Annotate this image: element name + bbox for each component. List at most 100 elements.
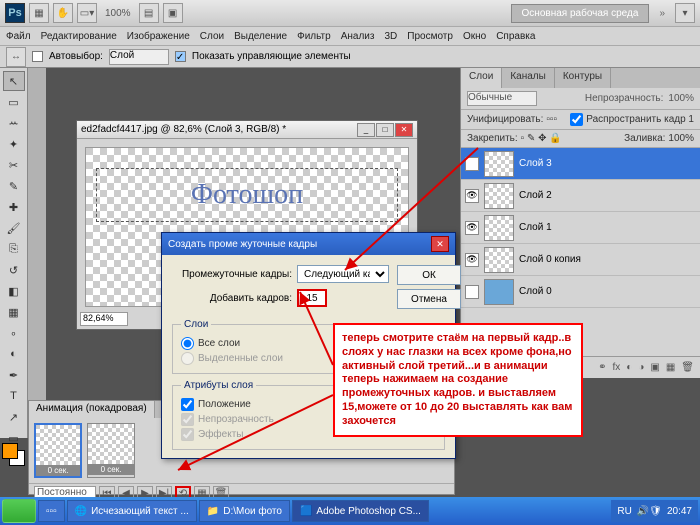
eye-icon[interactable]: 👁	[465, 253, 479, 267]
task-1[interactable]: 🌐Исчезающий текст ...	[67, 500, 197, 522]
layer-row-3[interactable]: 👁 Слой 3	[461, 148, 700, 180]
fill-value[interactable]: 100%	[668, 133, 694, 144]
new-layer-icon[interactable]: ▦	[666, 362, 675, 373]
task-2[interactable]: 📁D:\Мои фото	[199, 500, 290, 522]
show-controls-checkbox[interactable]: ✓	[175, 51, 186, 62]
panel-menu-icon[interactable]: ▾	[675, 3, 695, 23]
type-tool[interactable]: T	[3, 386, 25, 406]
link-icon[interactable]: ⚭	[598, 362, 606, 373]
move-tool[interactable]: ↖	[3, 71, 25, 91]
doc-titlebar[interactable]: ed2fadcf4417.jpg @ 82,6% (Слой 3, RGB/8)…	[77, 121, 417, 139]
layer-thumb[interactable]	[484, 215, 514, 241]
layer-row-0[interactable]: Слой 0	[461, 276, 700, 308]
view-icon[interactable]: ▤	[139, 3, 159, 23]
eye-icon[interactable]: 👁	[465, 221, 479, 235]
path-tool[interactable]: ↗	[3, 407, 25, 427]
bridge-icon[interactable]: ▦	[29, 3, 49, 23]
clock[interactable]: 20:47	[667, 506, 692, 517]
menu-edit[interactable]: Редактирование	[41, 31, 117, 42]
minimize-button[interactable]: _	[357, 123, 375, 137]
frames-to-add-input[interactable]	[297, 289, 327, 307]
autoselect-checkbox[interactable]	[32, 51, 43, 62]
layer-thumb[interactable]	[484, 183, 514, 209]
autoselect-dropdown[interactable]: Слой	[109, 49, 169, 65]
lang-indicator[interactable]: RU	[617, 506, 631, 517]
eyedropper-tool[interactable]: ✎	[3, 176, 25, 196]
layer-name[interactable]: Слой 0 копия	[519, 254, 581, 265]
folder-icon[interactable]: ▣	[650, 362, 659, 373]
layer-row-2[interactable]: 👁 Слой 2	[461, 180, 700, 212]
quicklaunch[interactable]: ▫▫▫	[38, 500, 65, 522]
chevrons-icon[interactable]: »	[653, 8, 671, 19]
lasso-tool[interactable]: ꕀ	[3, 113, 25, 133]
pen-tool[interactable]: ✒	[3, 365, 25, 385]
workspace-button[interactable]: Основная рабочая среда	[511, 4, 650, 23]
heal-tool[interactable]: ✚	[3, 197, 25, 217]
layer-name[interactable]: Слой 0	[519, 286, 552, 297]
fx-icon[interactable]: fx	[613, 362, 621, 373]
menu-3d[interactable]: 3D	[384, 31, 397, 42]
frame-2[interactable]: 0 сек.	[87, 423, 135, 478]
stamp-tool[interactable]: ⎘	[3, 239, 25, 259]
layer-name[interactable]: Слой 1	[519, 222, 552, 233]
ok-button[interactable]: ОК	[397, 265, 461, 285]
opacity-value[interactable]: 100%	[668, 93, 694, 104]
close-button[interactable]: ✕	[395, 123, 413, 137]
mask-icon[interactable]: ◐	[626, 362, 632, 373]
blend-mode-select[interactable]: Обычные	[467, 91, 537, 106]
cancel-button[interactable]: Отмена	[397, 289, 461, 309]
menu-file[interactable]: Файл	[6, 31, 31, 42]
screen-mode-icon[interactable]: ▣	[163, 3, 183, 23]
color-swatch[interactable]	[2, 443, 26, 473]
menu-select[interactable]: Выделение	[234, 31, 287, 42]
tab-layers[interactable]: Слои	[461, 68, 502, 88]
tab-channels[interactable]: Каналы	[502, 68, 555, 88]
menu-window[interactable]: Окно	[463, 31, 486, 42]
eraser-tool[interactable]: ◧	[3, 281, 25, 301]
frame-delay[interactable]: 0 сек.	[88, 464, 134, 475]
menu-image[interactable]: Изображение	[127, 31, 190, 42]
transform-box[interactable]: Фотошоп	[96, 168, 398, 222]
layer-row-0copy[interactable]: 👁 Слой 0 копия	[461, 244, 700, 276]
propagate-checkbox[interactable]	[570, 113, 583, 126]
collapsed-panels[interactable]	[28, 68, 46, 438]
frame-1[interactable]: 0 сек.	[34, 423, 82, 478]
tray-icons[interactable]: 🔊🛡	[637, 506, 662, 517]
zoom-sel-icon[interactable]: ▭▾	[77, 3, 97, 23]
eye-icon[interactable]	[465, 285, 479, 299]
layer-row-1[interactable]: 👁 Слой 1	[461, 212, 700, 244]
hand-icon[interactable]: ✋	[53, 3, 73, 23]
eye-icon[interactable]: 👁	[465, 189, 479, 203]
layer-thumb[interactable]	[484, 247, 514, 273]
gradient-tool[interactable]: ▦	[3, 302, 25, 322]
dodge-tool[interactable]: ◐	[3, 344, 25, 364]
maximize-button[interactable]: □	[376, 123, 394, 137]
eye-icon[interactable]: 👁	[465, 157, 479, 171]
fg-color[interactable]	[2, 443, 18, 459]
menu-help[interactable]: Справка	[496, 31, 535, 42]
layer-thumb[interactable]	[484, 151, 514, 177]
menu-view[interactable]: Просмотр	[407, 31, 453, 42]
tween-with-select[interactable]: Следующий кадр	[297, 265, 389, 283]
menu-analysis[interactable]: Анализ	[341, 31, 375, 42]
tab-paths[interactable]: Контуры	[555, 68, 611, 88]
menu-filter[interactable]: Фильтр	[297, 31, 331, 42]
brush-tool[interactable]: 🖌	[3, 218, 25, 238]
tab-animation[interactable]: Анимация (покадровая)	[29, 401, 155, 418]
trash-icon[interactable]: 🗑	[681, 362, 694, 373]
history-brush-tool[interactable]: ↺	[3, 260, 25, 280]
blur-tool[interactable]: ∘	[3, 323, 25, 343]
frame-delay[interactable]: 0 сек.	[36, 465, 80, 476]
layer-name[interactable]: Слой 2	[519, 190, 552, 201]
dialog-close-icon[interactable]: ✕	[431, 236, 449, 252]
marquee-tool[interactable]: ▭	[3, 92, 25, 112]
layer-thumb[interactable]	[484, 279, 514, 305]
system-tray[interactable]: RU 🔊🛡 20:47	[611, 500, 698, 522]
doc-zoom-field[interactable]: 82,64%	[80, 312, 128, 326]
adj-icon[interactable]: ◑	[638, 362, 644, 373]
dialog-titlebar[interactable]: Создать проме жуточные кадры ✕	[162, 233, 455, 255]
start-button[interactable]	[2, 499, 36, 523]
task-3[interactable]: 🟦Adobe Photoshop CS...	[292, 500, 429, 522]
layer-name[interactable]: Слой 3	[519, 158, 552, 169]
crop-tool[interactable]: ✂	[3, 155, 25, 175]
